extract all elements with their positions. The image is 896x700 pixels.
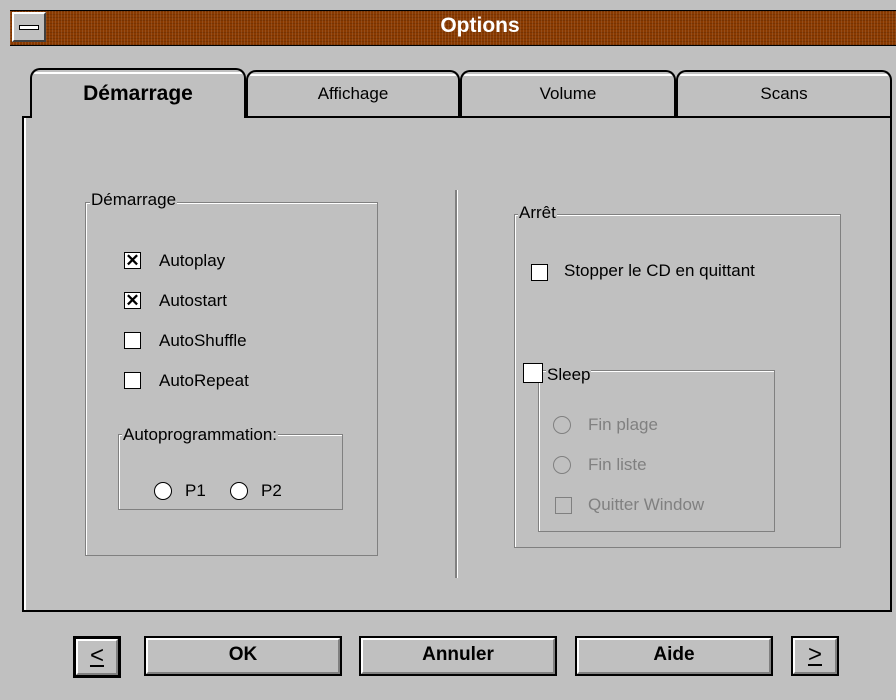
previous-button-label: <	[89, 642, 104, 669]
tab-label: Scans	[760, 84, 808, 103]
autoshuffle-checkbox[interactable]	[124, 332, 141, 349]
stop-cd-checkbox[interactable]	[531, 264, 548, 281]
help-button[interactable]: Aide	[575, 636, 773, 676]
p2-label: P2	[261, 481, 282, 500]
fin-plage-radio[interactable]	[553, 416, 571, 434]
tab-label: Démarrage	[83, 82, 193, 105]
sleep-checkbox[interactable]	[523, 363, 543, 383]
tab-volume[interactable]: Volume	[460, 70, 676, 116]
autoplay-checkbox[interactable]: ✕	[124, 252, 141, 269]
autoprog-legend: Autoprogrammation:	[122, 425, 279, 445]
next-button-label: >	[807, 641, 822, 668]
title-bar[interactable]: Options	[0, 0, 896, 58]
tab-scans[interactable]: Scans	[676, 70, 892, 116]
stop-cd-label: Stopper le CD en quittant	[564, 261, 755, 280]
previous-button[interactable]: <	[73, 636, 121, 678]
p2-radio[interactable]	[230, 482, 248, 500]
cancel-button[interactable]: Annuler	[359, 636, 557, 676]
startup-group-legend: Démarrage	[90, 190, 178, 210]
p1-label: P1	[185, 481, 206, 500]
stop-group-legend: Arrêt	[518, 203, 557, 223]
sleep-legend: Sleep	[546, 365, 592, 385]
autoplay-label: Autoplay	[159, 251, 226, 270]
window-title: Options	[440, 14, 520, 37]
autostart-label: Autostart	[159, 291, 228, 310]
autoprog-group	[118, 434, 343, 510]
fin-liste-radio[interactable]	[553, 456, 571, 474]
tab-label: Volume	[539, 84, 597, 103]
cancel-button-label: Annuler	[422, 644, 494, 665]
help-button-label: Aide	[653, 644, 695, 665]
ok-button-label: OK	[228, 644, 258, 665]
tab-demarrage[interactable]: Démarrage	[30, 68, 246, 118]
autostart-checkbox[interactable]: ✕	[124, 292, 141, 309]
quitter-window-checkbox[interactable]	[555, 497, 572, 514]
ok-button[interactable]: OK	[144, 636, 342, 676]
vertical-divider	[455, 190, 458, 578]
fin-liste-label: Fin liste	[588, 455, 647, 474]
autorepeat-label: AutoRepeat	[159, 371, 249, 390]
autorepeat-checkbox[interactable]	[124, 372, 141, 389]
quitter-window-label: Quitter Window	[588, 495, 705, 514]
tab-affichage[interactable]: Affichage	[246, 70, 460, 116]
fin-plage-label: Fin plage	[588, 415, 658, 434]
tab-label: Affichage	[317, 84, 389, 103]
p1-radio[interactable]	[154, 482, 172, 500]
autoshuffle-label: AutoShuffle	[159, 331, 247, 350]
next-button[interactable]: >	[791, 636, 839, 676]
